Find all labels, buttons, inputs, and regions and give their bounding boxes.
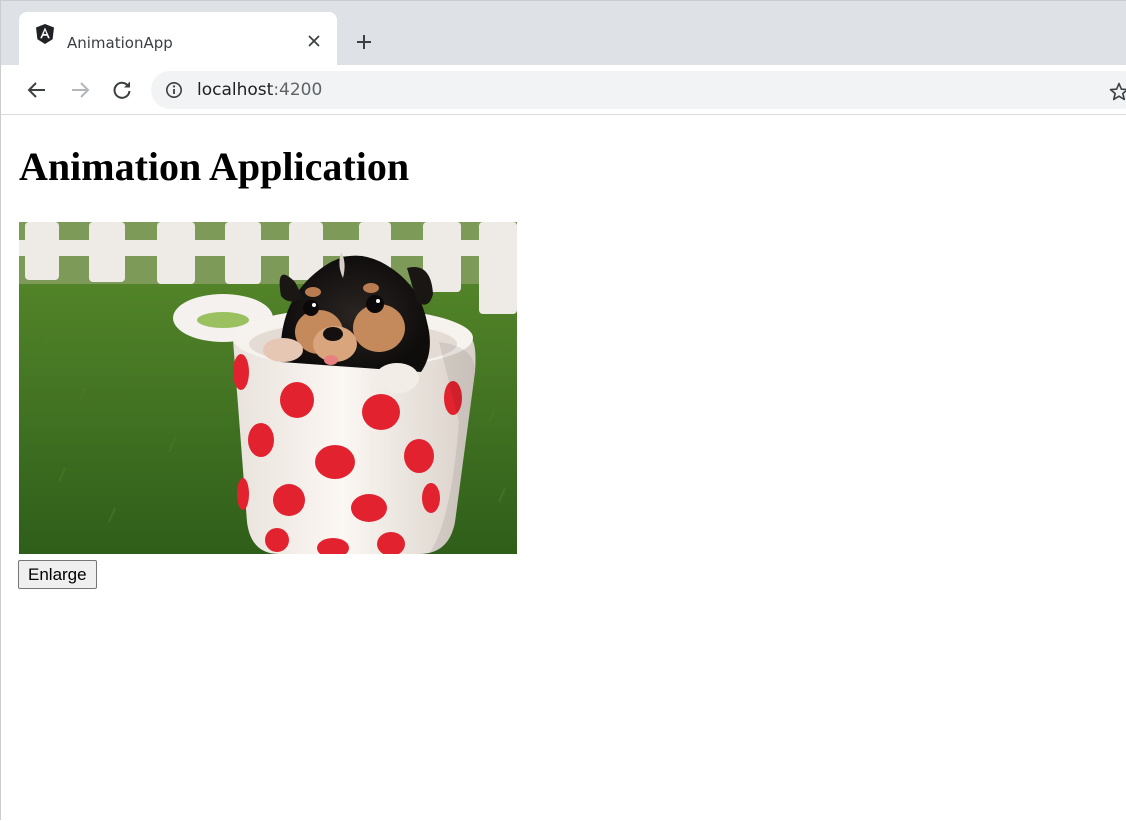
- info-icon[interactable]: [165, 81, 183, 99]
- browser-window: AnimationApp: [0, 0, 1126, 820]
- tab-strip: AnimationApp: [1, 1, 1126, 65]
- reload-icon[interactable]: [110, 78, 134, 102]
- angular-logo-icon: [34, 23, 56, 45]
- puppy-in-polka-dot-cup-photo: [19, 222, 517, 554]
- tab-title: AnimationApp: [67, 34, 173, 52]
- browser-tab[interactable]: AnimationApp: [19, 12, 337, 65]
- star-icon[interactable]: [1108, 81, 1126, 103]
- url-text[interactable]: localhost:4200: [197, 80, 322, 100]
- url-host: localhost: [197, 80, 273, 100]
- plus-icon[interactable]: [353, 31, 375, 53]
- address-bar[interactable]: localhost:4200: [151, 71, 1126, 109]
- enlarge-button[interactable]: Enlarge: [18, 560, 97, 589]
- page-content: Animation Application: [1, 115, 1126, 821]
- url-port: :4200: [273, 80, 322, 100]
- arrow-right-icon[interactable]: [68, 78, 92, 102]
- close-icon[interactable]: [305, 32, 323, 50]
- browser-toolbar: localhost:4200: [1, 65, 1126, 115]
- arrow-left-icon[interactable]: [25, 78, 49, 102]
- page-title: Animation Application: [19, 143, 409, 190]
